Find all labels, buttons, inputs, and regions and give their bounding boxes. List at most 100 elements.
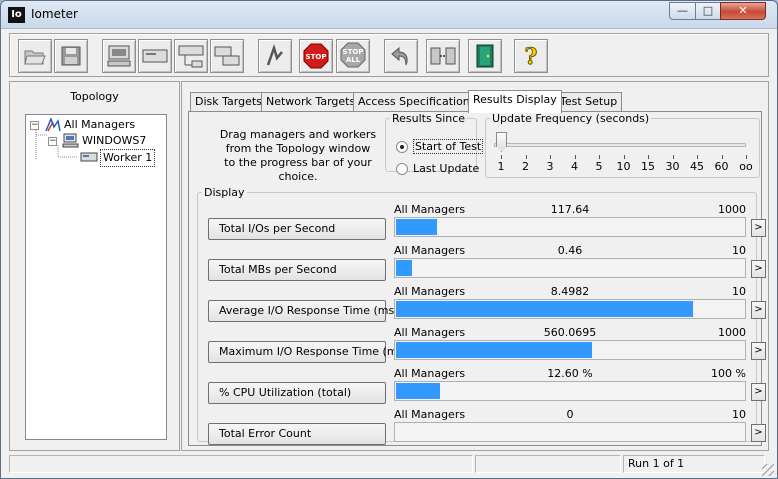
metric-more-button[interactable]: > bbox=[751, 260, 766, 278]
start-flag-icon bbox=[266, 44, 283, 66]
results-since-start-of-test-option[interactable]: Start of Test bbox=[396, 139, 484, 155]
metric-select-button[interactable]: Maximum I/O Response Time (ms) bbox=[208, 341, 408, 363]
undo-arrow-icon bbox=[391, 46, 408, 66]
title-bar[interactable]: Io Iometer — □ ✕ bbox=[1, 1, 777, 29]
radio-label: Start of Test bbox=[413, 139, 484, 154]
worker-disk-icon bbox=[80, 152, 98, 162]
tab-network-targets[interactable]: Network Targets bbox=[261, 92, 361, 112]
exit-door-icon bbox=[476, 44, 494, 68]
slider-tick-label: 5 bbox=[595, 160, 603, 173]
stop-all-button[interactable]: STOP ALL bbox=[336, 39, 370, 73]
maximize-button[interactable]: □ bbox=[695, 2, 720, 20]
update-frequency-slider-thumb[interactable] bbox=[496, 132, 507, 152]
disconnect-icon bbox=[430, 47, 456, 65]
reset-workers-button[interactable] bbox=[384, 39, 418, 73]
chevron-right-icon: > bbox=[754, 263, 763, 274]
slider-tick bbox=[746, 155, 747, 159]
question-mark-text: ? bbox=[525, 44, 538, 69]
slider-tick-label: 30 bbox=[665, 160, 680, 173]
start-tests-button[interactable] bbox=[258, 39, 292, 73]
metric-progress-fill bbox=[396, 301, 693, 317]
results-since-last-update-option[interactable]: Last Update bbox=[396, 161, 479, 177]
slider-tick-label: oo bbox=[739, 160, 753, 173]
start-new-manager-button[interactable] bbox=[102, 39, 136, 73]
status-bar: Run 1 of 1 bbox=[1, 455, 777, 479]
topology-tree[interactable]: − All Managers − WINDOWS7 Worker 1 bbox=[25, 114, 167, 440]
slider-tick-label: 15 bbox=[641, 160, 655, 173]
update-frequency-legend: Update Frequency (seconds) bbox=[492, 112, 650, 125]
update-frequency-track[interactable] bbox=[494, 143, 746, 147]
metric-source-label: All Managers bbox=[394, 244, 466, 257]
tab-results-display[interactable]: Results Display bbox=[468, 90, 562, 113]
metric-progress-bar[interactable] bbox=[394, 422, 746, 442]
radio-checked-icon[interactable] bbox=[396, 141, 408, 153]
metric-more-button[interactable]: > bbox=[751, 424, 766, 442]
exit-button[interactable] bbox=[468, 39, 502, 73]
all-managers-icon bbox=[45, 118, 61, 132]
about-button[interactable]: ? bbox=[514, 39, 548, 73]
slider-tick-label: 45 bbox=[690, 160, 704, 173]
metric-value-label: 117.64 bbox=[550, 203, 590, 216]
metric-progress-bar[interactable] bbox=[394, 299, 746, 319]
results-since-legend: Results Since bbox=[392, 112, 466, 125]
disk-worker-icon bbox=[142, 49, 168, 63]
minimize-button[interactable]: — bbox=[669, 2, 695, 20]
metric-more-button[interactable]: > bbox=[751, 301, 766, 319]
instructions-line-2: from the Topology window bbox=[225, 142, 371, 155]
results-since-group: Results Since Start of Test Last Update bbox=[385, 112, 484, 175]
close-button[interactable]: ✕ bbox=[720, 2, 766, 20]
metric-max-label: 10 bbox=[732, 285, 746, 298]
floppy-disk-icon bbox=[61, 46, 81, 66]
metric-progress-bar[interactable] bbox=[394, 340, 746, 360]
stop-sign-text: STOP bbox=[306, 53, 327, 61]
metric-progress-bar[interactable] bbox=[394, 217, 746, 237]
metric-select-button[interactable]: Total MBs per Second bbox=[208, 259, 386, 281]
tree-item-label: Worker 1 bbox=[100, 149, 156, 167]
tab-disk-targets[interactable]: Disk Targets bbox=[190, 92, 267, 112]
duplicate-worker-button[interactable] bbox=[210, 39, 244, 73]
radio-unchecked-icon[interactable] bbox=[396, 163, 408, 175]
metric-progress-bar[interactable] bbox=[394, 381, 746, 401]
metric-more-button[interactable]: > bbox=[751, 383, 766, 401]
metric-select-button[interactable]: Total Error Count bbox=[208, 423, 386, 445]
drag-instructions: Drag managers and workers from the Topol… bbox=[203, 128, 393, 184]
metric-value-label: 12.60 % bbox=[547, 367, 593, 380]
metric-select-button[interactable]: Average I/O Response Time (ms) bbox=[208, 300, 399, 322]
start-disk-worker-button[interactable] bbox=[138, 39, 172, 73]
metric-source-label: All Managers bbox=[394, 285, 466, 298]
slider-tick bbox=[599, 155, 600, 159]
topology-panel: Topology − All Managers − WINDOWS7 Worke… bbox=[9, 81, 180, 451]
metric-source-label: All Managers bbox=[394, 203, 466, 216]
slider-tick bbox=[721, 155, 723, 159]
metric-select-button[interactable]: Total I/Os per Second bbox=[208, 218, 386, 240]
tab-test-setup[interactable]: Test Setup bbox=[555, 92, 623, 112]
chevron-right-icon: > bbox=[754, 427, 763, 438]
metric-progress-bar[interactable] bbox=[394, 258, 746, 278]
tab-access-specifications[interactable]: Access Specifications bbox=[353, 92, 481, 112]
open-config-button[interactable] bbox=[18, 39, 52, 73]
stop-button[interactable]: STOP bbox=[299, 39, 333, 73]
chevron-right-icon: > bbox=[754, 304, 763, 315]
disconnect-manager-button[interactable] bbox=[426, 39, 460, 73]
start-network-worker-button[interactable] bbox=[174, 39, 208, 73]
metric-more-button[interactable]: > bbox=[751, 219, 766, 237]
stop-all-text-bottom: ALL bbox=[346, 56, 361, 64]
computer-icon bbox=[107, 45, 131, 67]
duplicate-worker-icon bbox=[214, 46, 240, 66]
collapse-all-managers-toggle[interactable]: − bbox=[30, 121, 39, 130]
chevron-right-icon: > bbox=[754, 222, 763, 233]
save-config-button[interactable] bbox=[54, 39, 88, 73]
metric-max-label: 10 bbox=[732, 408, 746, 421]
slider-tick bbox=[648, 155, 649, 159]
iometer-app-icon: Io bbox=[8, 7, 25, 23]
metric-source-label: All Managers bbox=[394, 367, 466, 380]
computer-icon bbox=[62, 133, 79, 148]
metric-more-button[interactable]: > bbox=[751, 342, 766, 360]
metric-max-label: 1000 bbox=[718, 203, 746, 216]
collapse-windows7-toggle[interactable]: − bbox=[48, 137, 57, 146]
stop-all-text-top: STOP bbox=[343, 48, 364, 56]
resize-grip[interactable] bbox=[762, 464, 774, 476]
instructions-line-1: Drag managers and workers bbox=[219, 128, 377, 141]
slider-tick bbox=[697, 155, 698, 159]
metric-select-button[interactable]: % CPU Utilization (total) bbox=[208, 382, 386, 404]
